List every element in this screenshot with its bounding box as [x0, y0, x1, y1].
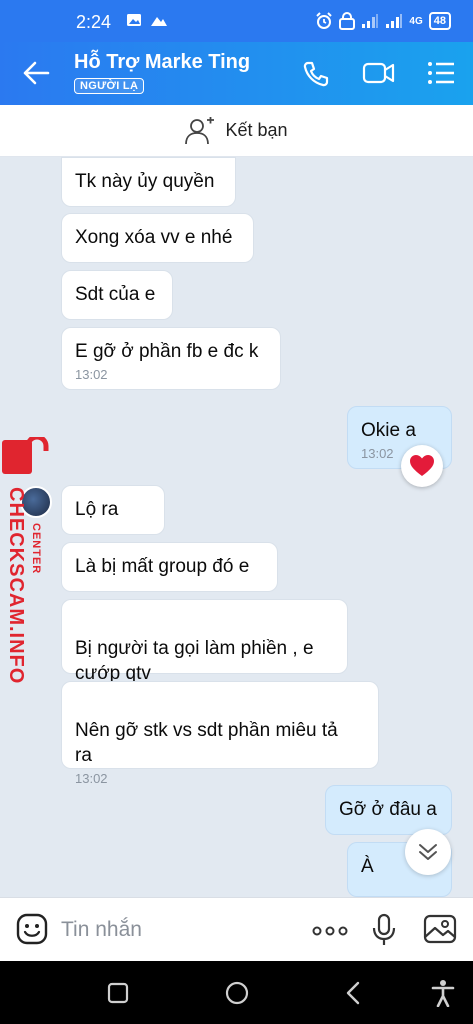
message-bubble-outgoing[interactable]: Gỡ ở đâu a: [325, 785, 452, 835]
stranger-badge: NGƯỜI LẠ: [74, 78, 145, 94]
network-type: 4G: [409, 15, 423, 27]
add-friend-label: Kết bạn: [225, 120, 288, 140]
message-bubble-incoming[interactable]: Là bị mất group đó e: [61, 542, 278, 592]
watermark-lock-icon: [2, 437, 49, 474]
home-icon[interactable]: [224, 980, 250, 1006]
add-friend-button[interactable]: Kết bạn: [0, 105, 473, 157]
watermark-subtext: CENTER: [30, 523, 42, 575]
gallery-icon: [127, 14, 141, 26]
lock-icon: [339, 12, 356, 30]
system-navigation-bar: [0, 961, 473, 1024]
alarm-icon: [316, 12, 333, 29]
heart-reaction[interactable]: [401, 445, 443, 487]
battery-indicator: 48: [428, 12, 451, 30]
add-user-icon: [185, 116, 215, 144]
double-chevron-down-icon: [419, 844, 437, 860]
message-bubble-incoming[interactable]: Sdt của e: [61, 270, 173, 320]
message-bubble-incoming[interactable]: E gỡ ở phần fb e đc k 13:02: [61, 327, 281, 390]
message-bubble-incoming[interactable]: Lộ ra: [61, 485, 165, 535]
message-timestamp: 13:02: [75, 367, 108, 382]
image-icon[interactable]: [423, 914, 457, 944]
signal-icon: [362, 14, 379, 28]
message-input-bar: Tin nhắn: [0, 897, 473, 961]
message-bubble-incoming[interactable]: Nên gỡ stk vs sdt phần miêu tả ra 13:02: [61, 681, 379, 786]
sticker-icon[interactable]: [16, 913, 48, 945]
watermark: CHECKSCAM.INFO CENTER: [0, 437, 60, 684]
message-bubble-incoming[interactable]: Xong xóa vv e nhé: [61, 213, 254, 263]
video-call-icon[interactable]: [362, 60, 396, 86]
menu-list-icon[interactable]: [427, 60, 455, 86]
status-bar: 2:24 4G 48: [0, 0, 473, 42]
back-arrow-icon[interactable]: [22, 60, 50, 86]
mountain-icon: [151, 17, 167, 26]
accessibility-icon[interactable]: [431, 979, 455, 1007]
microphone-icon[interactable]: [372, 913, 396, 947]
chat-header: Hỗ Trợ Marke Ting NGƯỜI LẠ: [0, 42, 473, 105]
status-time: 2:24: [76, 12, 112, 32]
recent-apps-icon[interactable]: [107, 982, 129, 1004]
more-icon[interactable]: [312, 926, 348, 936]
signal-icon: [386, 14, 403, 28]
message-bubble-incoming[interactable]: Bị người ta gọi làm phiền , e cướp qtv: [61, 599, 348, 684]
message-timestamp: 13:02: [75, 771, 108, 786]
back-icon[interactable]: [345, 981, 361, 1005]
watermark-text: CHECKSCAM.INFO: [5, 487, 27, 685]
contact-name[interactable]: Hỗ Trợ Marke Ting: [74, 51, 250, 74]
scroll-to-bottom-button[interactable]: [405, 829, 451, 875]
phone-call-icon[interactable]: [302, 60, 330, 88]
message-input[interactable]: Tin nhắn: [61, 918, 142, 942]
message-bubble-incoming[interactable]: Tk này ủy quyền: [61, 157, 236, 207]
heart-icon: [410, 455, 434, 476]
message-list[interactable]: Tk này ủy quyền Xong xóa vv e nhé Sdt củ…: [0, 157, 473, 897]
